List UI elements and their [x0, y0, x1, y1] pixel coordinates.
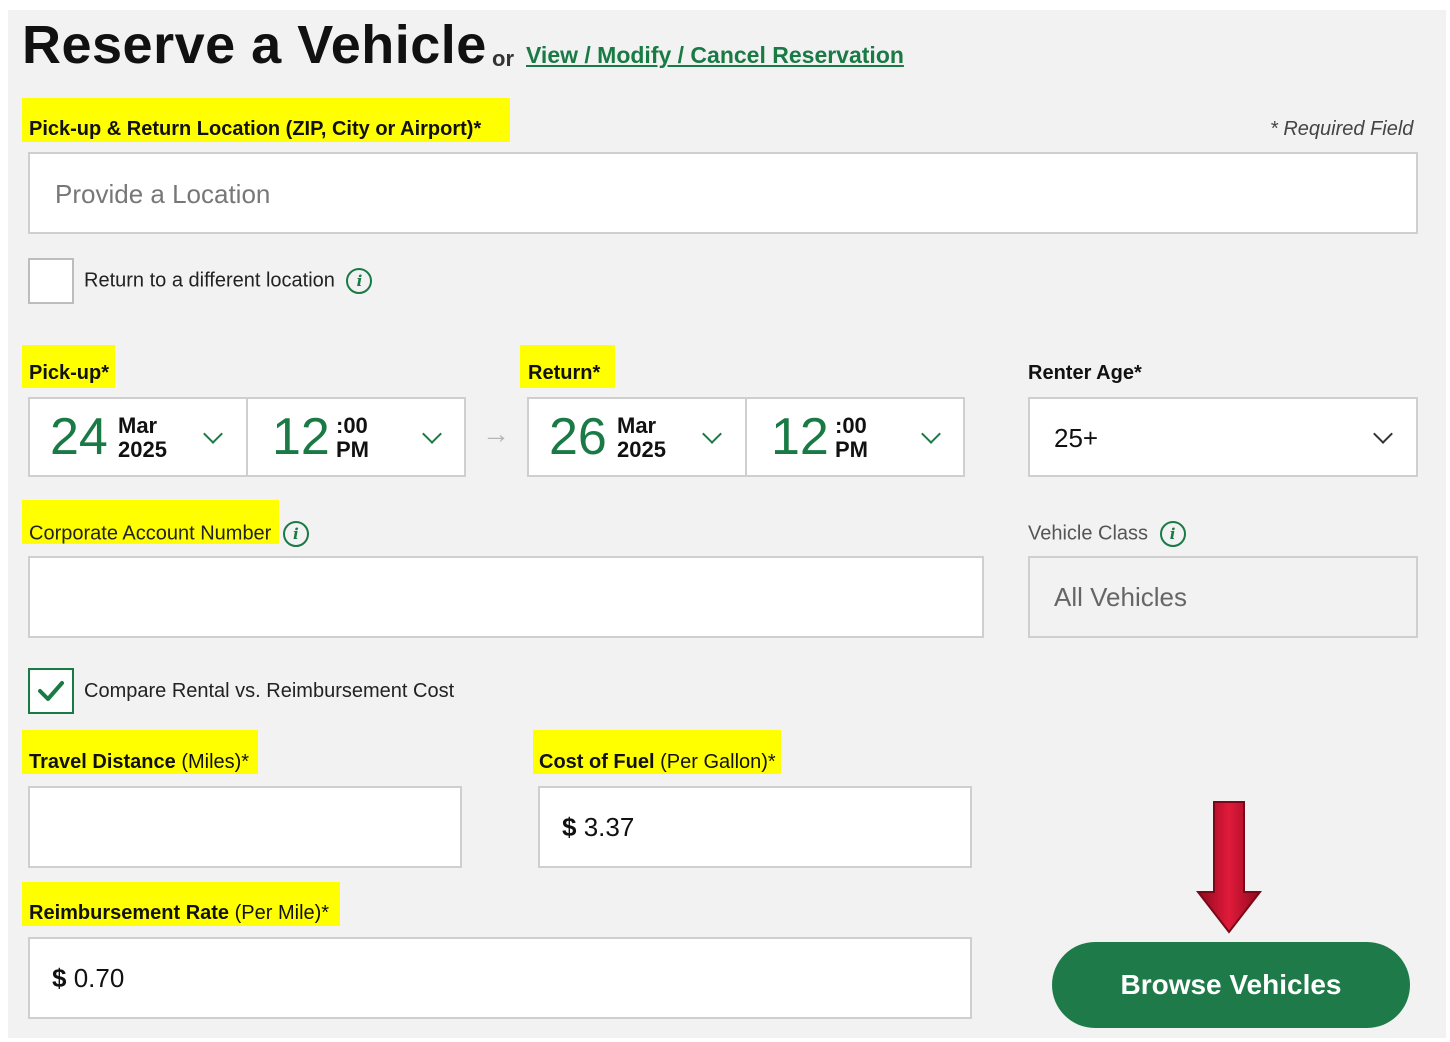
reimbursement-unit: (Per Mile)*	[234, 902, 330, 924]
return-ampm: PM	[835, 437, 868, 462]
travel-distance-unit: (Miles)*	[181, 751, 250, 773]
fuel-cost-label: Cost of Fuel (Per Gallon)*	[539, 751, 776, 774]
corporate-account-input[interactable]	[28, 556, 984, 638]
required-field-note: * Required Field	[1270, 118, 1414, 140]
vehicle-class-value: All Vehicles	[1054, 582, 1187, 612]
return-day: 26	[549, 408, 607, 466]
fuel-cost-amount: 3.37	[583, 812, 635, 842]
vehicle-class-label: Vehicle Class i	[1028, 521, 1186, 547]
compare-label: Compare Rental vs. Reimbursement Cost	[84, 680, 455, 702]
browse-vehicles-button[interactable]: Browse Vehicles	[1052, 942, 1410, 1028]
reimbursement-label-text: Reimbursement Rate	[29, 902, 230, 924]
currency-symbol: $	[52, 963, 67, 993]
info-icon[interactable]: i	[1159, 521, 1186, 547]
return-date-select[interactable]: 26 Mar 2025	[527, 397, 747, 477]
chevron-down-icon	[702, 424, 722, 444]
vehicle-class-label-text: Vehicle Class	[1028, 522, 1149, 545]
renter-age-select[interactable]: 25+	[1028, 397, 1418, 477]
page-title: Reserve a Vehicle	[22, 15, 487, 75]
corporate-label: Corporate Account Number i	[29, 521, 309, 547]
location-placeholder: Provide a Location	[55, 179, 271, 209]
return-month: Mar	[617, 413, 657, 438]
return-label: Return*	[528, 362, 601, 384]
return-different-label: Return to a different location i	[84, 268, 373, 294]
pickup-month: Mar	[118, 413, 158, 438]
chevron-down-icon	[422, 424, 442, 444]
pickup-time-select[interactable]: 12 :00 PM	[246, 397, 466, 477]
fuel-cost-label-text: Cost of Fuel	[539, 751, 655, 773]
fuel-cost-input[interactable]: $ 3.37	[538, 786, 972, 868]
travel-distance-label: Travel Distance (Miles)*	[29, 751, 249, 774]
return-time-select[interactable]: 12 :00 PM	[745, 397, 965, 477]
vehicle-class-select[interactable]: All Vehicles	[1028, 556, 1418, 638]
info-icon[interactable]: i	[282, 521, 309, 547]
pickup-year: 2025	[118, 437, 167, 462]
pickup-label: Pick-up*	[29, 362, 110, 384]
view-modify-cancel-link[interactable]: View / Modify / Cancel Reservation	[526, 42, 904, 69]
reimbursement-label: Reimbursement Rate (Per Mile)*	[29, 902, 329, 925]
info-icon[interactable]: i	[346, 268, 373, 294]
checkmark-icon	[38, 681, 64, 701]
return-different-text: Return to a different location	[84, 269, 335, 292]
red-arrow-down-icon	[1196, 801, 1262, 934]
travel-distance-input[interactable]	[28, 786, 462, 868]
chevron-down-icon	[1373, 424, 1393, 444]
reimbursement-input[interactable]: $ 0.70	[28, 937, 972, 1019]
pickup-hour: 12	[272, 408, 330, 466]
return-hour: 12	[771, 408, 829, 466]
currency-symbol: $	[562, 812, 577, 842]
reimbursement-amount: 0.70	[73, 963, 125, 993]
return-minute: :00	[835, 413, 867, 438]
pickup-minute: :00	[336, 413, 368, 438]
compare-checkbox[interactable]	[28, 668, 74, 714]
arrow-right-icon: →	[482, 418, 510, 449]
location-input[interactable]: Provide a Location	[28, 152, 1418, 234]
fuel-cost-unit: (Per Gallon)*	[660, 751, 776, 773]
renter-age-label: Renter Age*	[1028, 362, 1142, 384]
pickup-date-select[interactable]: 24 Mar 2025	[28, 397, 248, 477]
return-different-checkbox[interactable]	[28, 258, 74, 304]
pickup-ampm: PM	[336, 437, 369, 462]
location-label: Pick-up & Return Location (ZIP, City or …	[29, 118, 482, 140]
reimbursement-value: $ 0.70	[52, 963, 124, 994]
corporate-label-text: Corporate Account Number	[29, 522, 272, 545]
renter-age-value: 25+	[1054, 423, 1099, 453]
pickup-day: 24	[50, 408, 108, 466]
return-year: 2025	[617, 437, 666, 462]
or-text: or	[492, 46, 514, 71]
chevron-down-icon	[203, 424, 223, 444]
chevron-down-icon	[921, 424, 941, 444]
travel-distance-label-text: Travel Distance	[29, 751, 176, 773]
fuel-cost-value: $ 3.37	[562, 812, 634, 843]
